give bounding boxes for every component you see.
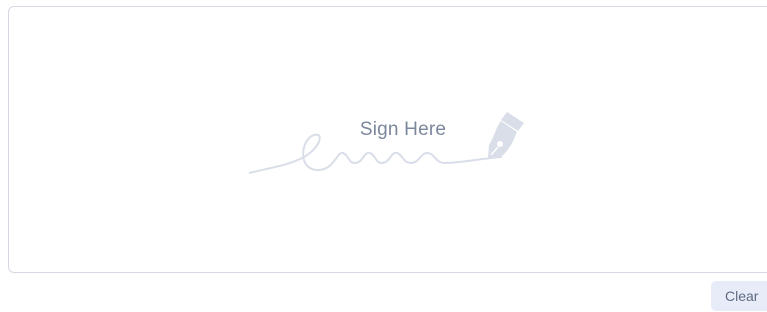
sign-here-label: Sign Here bbox=[359, 119, 447, 140]
clear-button[interactable]: Clear bbox=[711, 281, 767, 311]
signature-placeholder: Sign Here bbox=[249, 107, 559, 187]
signature-pad[interactable]: Sign Here bbox=[8, 6, 767, 273]
